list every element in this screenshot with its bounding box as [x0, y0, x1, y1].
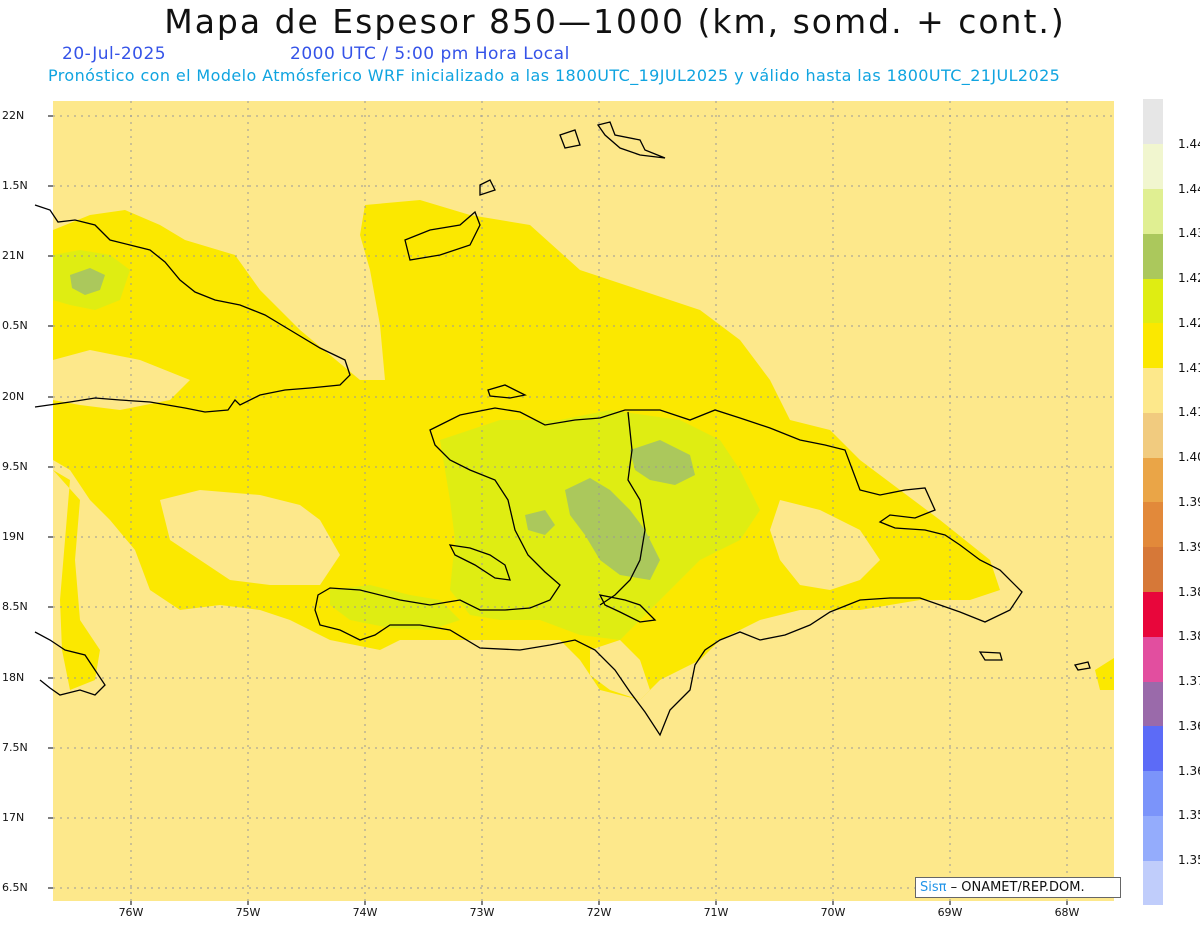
- legend-swatch: [1143, 188, 1163, 234]
- legend-label: 1.422: [1178, 315, 1200, 330]
- lat-tick-label: 6.5N: [2, 881, 28, 894]
- legend-swatch: [1143, 502, 1163, 548]
- legend-swatch: [1143, 860, 1163, 906]
- lon-tick-label: 73W: [469, 906, 495, 919]
- legend-label: 1.35: [1178, 853, 1200, 868]
- legend-swatch: [1143, 725, 1163, 772]
- lon-tick-label: 75W: [235, 906, 261, 919]
- legend-swatch: [1143, 233, 1163, 279]
- lon-tick-label: 76W: [118, 906, 144, 919]
- thickness-map: [34, 101, 1114, 905]
- lat-tick-label: 21N: [2, 249, 25, 262]
- legend-swatch: [1143, 99, 1163, 145]
- lat-tick-label: 1.5N: [2, 179, 28, 192]
- lat-tick-label: 0.5N: [2, 319, 28, 332]
- legend-label: 1.434: [1178, 226, 1200, 241]
- legend-label: 1.38: [1178, 629, 1200, 644]
- time-label: 2000 UTC / 5:00 pm Hora Local: [290, 44, 570, 64]
- legend-label: 1.404: [1178, 450, 1200, 465]
- model-subtitle: Pronóstico con el Modelo Atmósferico WRF…: [48, 66, 1061, 85]
- lon-tick-label: 72W: [586, 906, 612, 919]
- legend-label: 1.428: [1178, 271, 1200, 286]
- legend-label: 1.392: [1178, 539, 1200, 554]
- lon-tick-label: 70W: [820, 906, 846, 919]
- legend-swatch: [1143, 367, 1163, 413]
- legend-label: 1.398: [1178, 495, 1200, 509]
- legend-swatch: [1143, 278, 1163, 324]
- color-legend: [1143, 99, 1163, 906]
- lat-tick-label: 8.5N: [2, 600, 28, 613]
- legend-label: 1.386: [1178, 584, 1200, 599]
- legend-swatch: [1143, 636, 1163, 682]
- lat-tick-label: 19N: [2, 530, 25, 543]
- lat-tick-label: 7.5N: [2, 741, 28, 754]
- legend-swatch: [1143, 815, 1163, 861]
- legend-swatch: [1143, 412, 1163, 458]
- credit-box: Sisπ – ONAMET/REP.DOM.: [915, 877, 1121, 898]
- legend-swatch: [1143, 322, 1163, 369]
- legend-swatch: [1143, 770, 1163, 816]
- lon-tick-label: 74W: [352, 906, 378, 919]
- legend-swatch: [1143, 546, 1163, 593]
- legend-swatch: [1143, 143, 1163, 190]
- legend-swatch: [1143, 681, 1163, 727]
- lon-tick-label: 69W: [937, 906, 963, 919]
- lat-tick-label: 20N: [2, 390, 25, 403]
- legend-label: 1.41: [1178, 405, 1200, 420]
- credit-text: – ONAMET/REP.DOM.: [946, 880, 1085, 895]
- legend-label: 1.416: [1178, 360, 1200, 375]
- date-label: 20-Jul-2025: [62, 44, 167, 64]
- legend-label: 1.44: [1178, 181, 1200, 196]
- legend-label: 1.362: [1178, 763, 1200, 778]
- lat-tick-label: 18N: [2, 671, 25, 684]
- legend-label: 1.368: [1178, 718, 1200, 733]
- legend-label: 1.446: [1178, 136, 1200, 151]
- lat-tick-label: 17N: [2, 811, 25, 824]
- lon-tick-label: 71W: [703, 906, 729, 919]
- legend-swatch: [1143, 457, 1163, 503]
- lat-tick-label: 22N: [2, 109, 25, 122]
- lat-tick-label: 9.5N: [2, 460, 28, 473]
- legend-swatch: [1143, 591, 1163, 637]
- lon-tick-label: 68W: [1054, 906, 1080, 919]
- credit-brand: Sisπ: [920, 880, 947, 895]
- map-title: Mapa de Espesor 850—1000 (km, somd. + co…: [164, 2, 1066, 41]
- legend-label: 1.374: [1178, 674, 1200, 689]
- legend-label: 1.356: [1178, 808, 1200, 823]
